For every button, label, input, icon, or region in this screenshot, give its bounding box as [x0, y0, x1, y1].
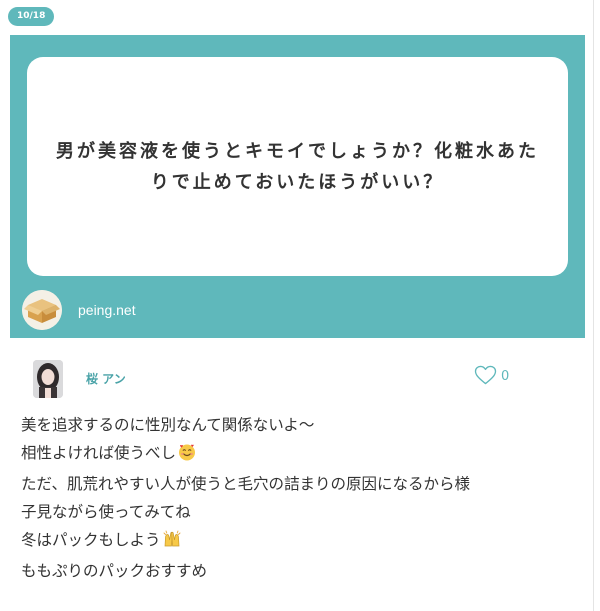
answer-line: ただ、肌荒れやすい人が使うと毛穴の詰まりの原因になるから様: [21, 470, 581, 498]
page-counter-badge: 10/18: [8, 7, 55, 26]
smiling-face-with-hearts-icon: [178, 442, 196, 470]
answer-line: 子見ながら使ってみてね: [21, 498, 581, 526]
like-button[interactable]: 0: [474, 365, 510, 389]
answer-line-text: 相性よければ使うべし: [21, 444, 177, 462]
answerer-name[interactable]: 桜 アン: [86, 369, 126, 389]
answer-line-text: 子見ながら使ってみてね: [21, 503, 191, 521]
answer-page: 10/18 男が美容液を使うとキモイでしょうか？化粧水あたりで止めておいたほうが…: [0, 0, 600, 611]
cardboard-box-icon: [22, 290, 62, 330]
site-name: peing.net: [78, 302, 136, 318]
answer-line-text: ただ、肌荒れやすい人が使うと毛穴の詰まりの原因になるから様: [21, 475, 471, 493]
divider: [593, 0, 594, 611]
answer-line: 冬はパックもしよう: [21, 526, 581, 557]
like-count: 0: [501, 369, 510, 384]
answer-line-text: 冬はパックもしよう: [21, 531, 161, 549]
question-box: 男が美容液を使うとキモイでしょうか？化粧水あたりで止めておいたほうがいい？: [27, 57, 568, 276]
heart-outline-icon[interactable]: [474, 365, 497, 389]
answer-line: 美を追求するのに性別なんて関係ないよ〜: [21, 411, 581, 439]
answer-line: 相性よければ使うべし: [21, 439, 581, 470]
question-card[interactable]: 男が美容液を使うとキモイでしょうか？化粧水あたりで止めておいたほうがいい？ pe…: [10, 35, 585, 338]
question-text: 男が美容液を使うとキモイでしょうか？化粧水あたりで止めておいたほうがいい？: [56, 140, 539, 193]
answer-line-text: 美を追求するのに性別なんて関係ないよ〜: [21, 416, 315, 434]
raising-hands-icon: [163, 529, 181, 557]
answer-line-text: ももぷりのパックおすすめ: [21, 562, 208, 580]
avatar[interactable]: [33, 360, 63, 398]
answer-text: 美を追求するのに性別なんて関係ないよ〜 相性よければ使うべし ただ、肌荒れやすい…: [21, 411, 581, 585]
answer-line: ももぷりのパックおすすめ: [21, 557, 581, 585]
